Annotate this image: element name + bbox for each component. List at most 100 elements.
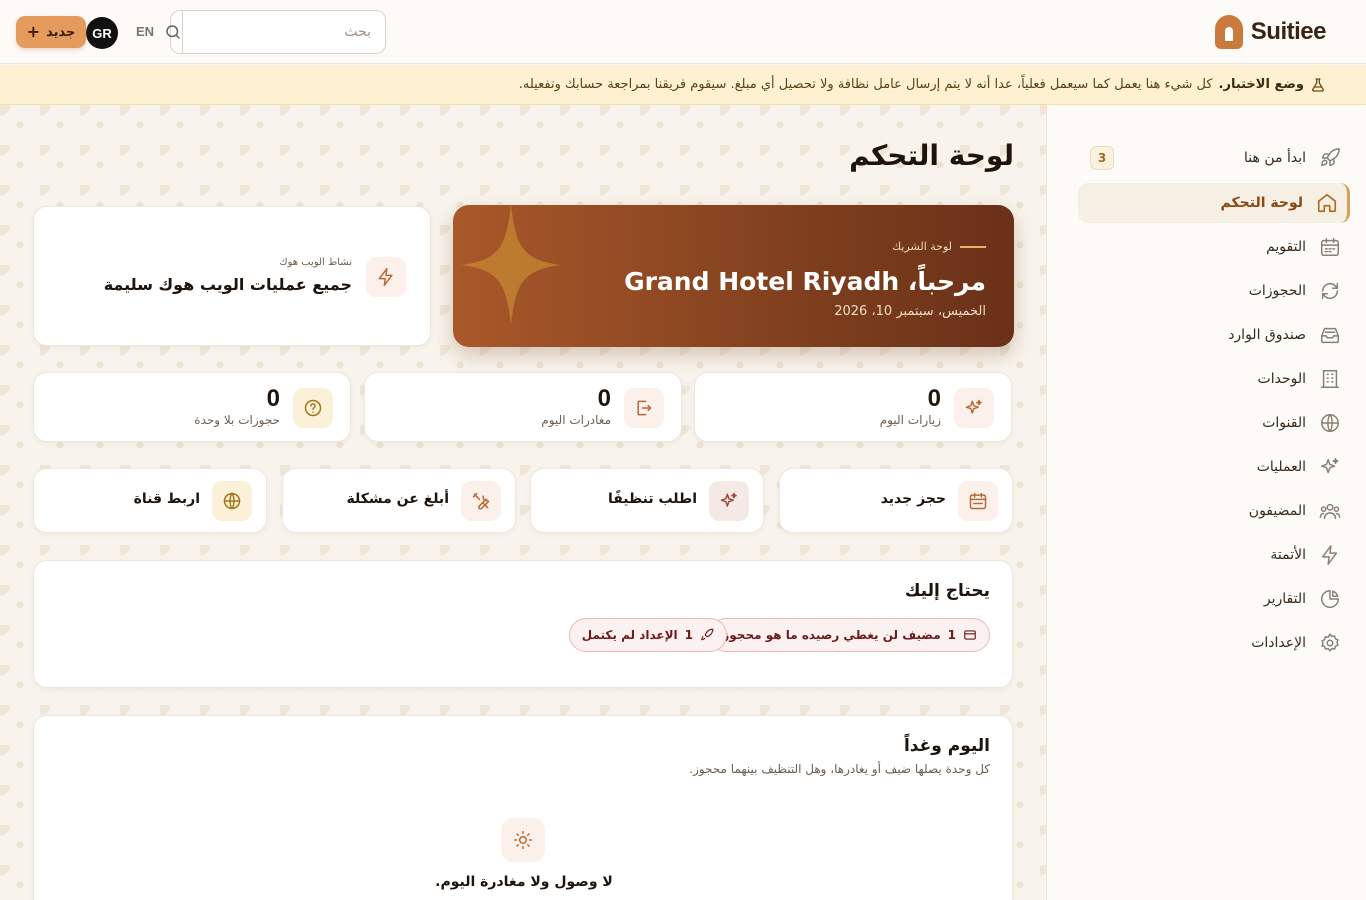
gear-icon: [1318, 631, 1342, 655]
action-icon-box: [461, 481, 501, 521]
empty-state-text: لا وصول ولا مغادرة اليوم.: [435, 874, 613, 890]
wallet-icon: [964, 630, 976, 640]
stat-card-departures[interactable]: 0 مغادرات اليوم: [364, 372, 682, 442]
action-icon-box: [709, 481, 749, 521]
pie-chart-icon: [1318, 587, 1342, 611]
action-new-booking[interactable]: حجز جديد: [779, 468, 1013, 533]
webhook-icon-box: [366, 257, 406, 297]
today-tomorrow-card: اليوم وغداً كل وحدة يصلها ضيف أو يغادرها…: [33, 715, 1013, 900]
action-label: حجز جديد: [880, 491, 946, 507]
avatar[interactable]: GR: [86, 17, 118, 49]
chip-text: مضيف لن يغطي رصيده ما هو محجوز: [722, 628, 941, 642]
sidebar-item-label: الإعدادات: [1251, 635, 1306, 651]
sidebar-item-label: ابدأ من هنا: [1244, 150, 1306, 166]
action-request-cleaning[interactable]: اطلب تنظيفًا: [530, 468, 764, 533]
page-title: لوحة التحكم: [849, 139, 1014, 172]
sidebar-item-label: الحجوزات: [1248, 283, 1306, 299]
banner-text: كل شيء هنا يعمل كما سيعمل فعلياً، عدا أن…: [518, 77, 1213, 92]
section-title: اليوم وغداً: [903, 736, 990, 756]
section-title: يحتاج إليك: [904, 581, 990, 601]
stat-card-unassigned[interactable]: 0 حجوزات بلا وحدة: [33, 372, 351, 442]
welcome-hero: لوحة الشريك مرحباً، Grand Hotel Riyadh ا…: [453, 205, 1014, 347]
alert-chip-balance[interactable]: 1 مضيف لن يغطي رصيده ما هو محجوز: [709, 618, 990, 652]
stat-label: مغادرات اليوم: [541, 413, 611, 427]
chip-count: 1: [947, 628, 956, 642]
search-input[interactable]: [183, 11, 385, 53]
sidebar-item-calendar[interactable]: التقويم: [1078, 227, 1350, 267]
calendar-icon: [1318, 235, 1342, 259]
action-report-issue[interactable]: أبلغ عن مشكلة: [282, 468, 516, 533]
brand-name: Suitiee: [1250, 18, 1327, 45]
chip-text: الإعداد لم يكتمل: [581, 628, 678, 642]
refresh-icon: [1318, 279, 1342, 303]
banner-title: وضع الاختبار.: [1218, 77, 1304, 92]
hero-date: الخميس، سبتمبر 10، 2026: [834, 304, 986, 319]
hero-kicker-text: لوحة الشريك: [892, 240, 952, 253]
webhook-card[interactable]: نشاط الويب هوك جميع عمليات الويب هوك سلي…: [33, 206, 431, 346]
rocket-icon: [701, 628, 714, 641]
plus-icon: +: [26, 22, 41, 41]
search-box: [166, 10, 386, 54]
sidebar-item-settings[interactable]: الإعدادات: [1078, 623, 1350, 663]
sidebar-item-channels[interactable]: القنوات: [1078, 403, 1350, 443]
test-mode-banner: وضع الاختبار. كل شيء هنا يعمل كما سيعمل …: [0, 65, 1366, 105]
sidebar-item-label: التقارير: [1263, 591, 1306, 607]
sidebar-item-hosts[interactable]: المضيفون: [1078, 491, 1350, 531]
sidebar-item-label: الوحدات: [1257, 371, 1306, 387]
calendar-icon: [969, 492, 987, 510]
sidebar-item-label: التقويم: [1266, 239, 1306, 255]
home-icon: [1315, 191, 1339, 215]
sidebar-item-label: لوحة التحكم: [1220, 195, 1303, 211]
sidebar-item-automation[interactable]: الأتمتة: [1078, 535, 1350, 575]
hero-greeting: مرحباً، Grand Hotel Riyadh: [624, 267, 986, 296]
stat-card-arrivals[interactable]: 0 زيارات اليوم: [694, 372, 1012, 442]
stat-value: 0: [266, 385, 280, 412]
sidebar-item-inbox[interactable]: صندوق الوارد: [1078, 315, 1350, 355]
action-label: اربط قناة: [133, 491, 200, 507]
stat-label: حجوزات بلا وحدة: [194, 413, 280, 427]
sidebar-item-label: العمليات: [1256, 459, 1306, 475]
sidebar-item-start-here[interactable]: ابدأ من هنا 3: [1078, 138, 1350, 178]
sidebar-item-operations[interactable]: العمليات: [1078, 447, 1350, 487]
sidebar-item-reports[interactable]: التقارير: [1078, 579, 1350, 619]
sparkles-icon: [965, 399, 982, 414]
new-button-label: جديد: [46, 24, 76, 40]
users-icon: [1318, 499, 1342, 523]
sidebar-item-dashboard[interactable]: لوحة التحكم: [1078, 183, 1350, 223]
brand-logo: [1214, 15, 1243, 49]
chip-count: 1: [684, 628, 693, 642]
brand[interactable]: Suitiee: [1214, 15, 1327, 49]
inbox-icon: [1318, 323, 1342, 347]
hero-kicker: لوحة الشريك: [892, 240, 986, 253]
sidebar-item-bookings[interactable]: الحجوزات: [1078, 271, 1350, 311]
action-icon-box: [958, 481, 998, 521]
webhook-status: جميع عمليات الويب هوك سليمة: [103, 275, 352, 294]
sidebar-item-units[interactable]: الوحدات: [1078, 359, 1350, 399]
sparkles-icon: [720, 492, 737, 507]
bolt-icon: [1318, 543, 1342, 567]
main-content: لوحة التحكم لوحة الشريك مرحباً، Grand Ho…: [0, 105, 1046, 900]
sun-icon: [513, 830, 533, 850]
needs-you-card: يحتاج إليك 1 مضيف لن يغطي رصيده ما هو مح…: [33, 560, 1013, 688]
search-button[interactable]: [164, 11, 183, 53]
star-decoration: [461, 205, 561, 325]
webhook-label: نشاط الويب هوك: [279, 257, 352, 268]
sidebar-item-label: القنوات: [1262, 415, 1306, 431]
action-label: اطلب تنظيفًا: [607, 491, 697, 507]
sidebar-badge: 3: [1090, 146, 1114, 170]
sidebar: ابدأ من هنا 3 لوحة التحكم التقويم الحجوز…: [1046, 105, 1366, 900]
globe-icon: [1318, 411, 1342, 435]
empty-state-icon-box: [501, 818, 545, 862]
building-icon: [1318, 367, 1342, 391]
sidebar-item-label: الأتمتة: [1270, 547, 1306, 563]
new-button[interactable]: جديد +: [16, 16, 86, 48]
stat-icon-box: [624, 388, 664, 428]
language-toggle[interactable]: EN: [136, 24, 154, 39]
search-icon: [166, 25, 180, 39]
action-connect-channel[interactable]: اربط قناة: [33, 468, 267, 533]
rocket-icon: [1318, 146, 1342, 170]
alert-chip-setup[interactable]: 1 الإعداد لم يكتمل: [568, 618, 727, 652]
section-subtitle: كل وحدة يصلها ضيف أو يغادرها، وهل التنظي…: [689, 762, 990, 776]
globe-icon: [223, 492, 241, 510]
sparkles-icon: [1318, 455, 1342, 479]
